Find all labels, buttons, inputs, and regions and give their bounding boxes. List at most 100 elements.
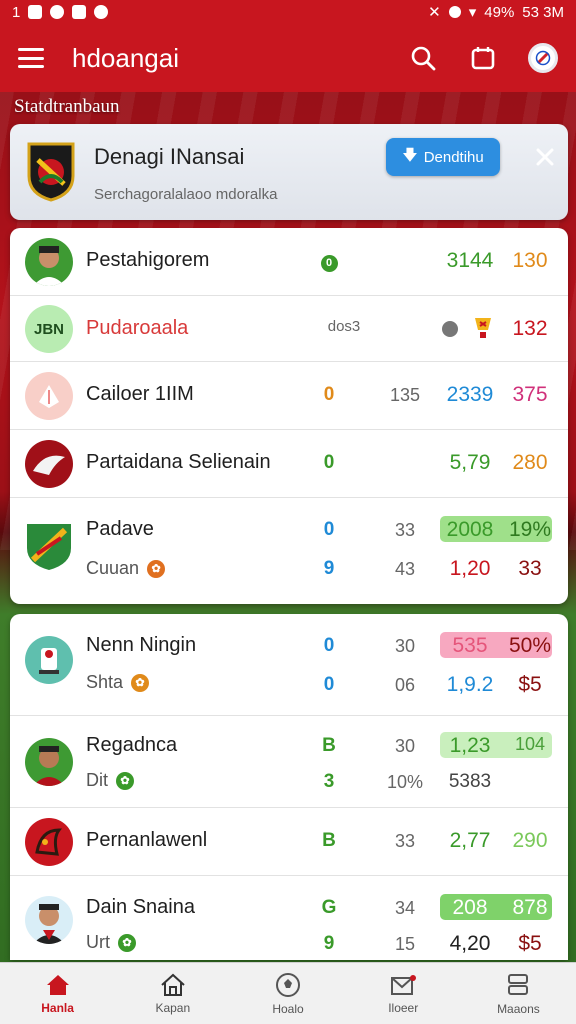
- odds-value-2: 375: [512, 383, 548, 406]
- team-logo: [25, 440, 73, 488]
- odds-value: 1,9.2: [446, 673, 494, 696]
- status-bar: 1 ✕ ▾ 49% 53 3M: [0, 0, 576, 24]
- odds-value-2: 50%: [508, 634, 552, 657]
- badge-icon: ✿: [147, 559, 166, 578]
- score-col2: 33: [394, 520, 416, 540]
- team-name: Partaidana Selienain: [86, 451, 271, 473]
- odds-value-2: 878: [512, 896, 548, 919]
- nav-hoalo[interactable]: Hoalo: [230, 963, 345, 1024]
- search-button[interactable]: [408, 43, 438, 73]
- download-icon: 🡇: [402, 146, 418, 164]
- odds-value: 535: [452, 634, 488, 657]
- team-name: Regadnca: [86, 734, 178, 756]
- odds-value-2: $5: [518, 673, 542, 696]
- home-icon: [46, 974, 69, 995]
- badge-icon: ✿: [118, 933, 136, 952]
- section-title: Statdtranbaun: [14, 96, 120, 117]
- nav-maaons[interactable]: Maaons: [461, 963, 576, 1024]
- team-logo: [25, 372, 73, 420]
- list-item[interactable]: Partaidana Selienain 0 5,79 280: [10, 430, 568, 498]
- search-icon: [411, 46, 436, 71]
- player-avatar: [25, 238, 73, 286]
- score-col1: 0: [323, 635, 335, 656]
- status-text: dos3: [327, 318, 361, 335]
- live-dot-icon: [442, 321, 458, 337]
- wifi-icon: ▾: [468, 4, 477, 21]
- list-item[interactable]: Padave Cuuan ✿ 0 33 2008 19% 9 43 1,20 3…: [10, 498, 568, 604]
- odds-value: 1,20: [449, 557, 491, 580]
- odds-value: 1,23: [449, 734, 491, 757]
- team-name: Pernanlawenl: [86, 829, 208, 851]
- score-col2: 34: [394, 898, 416, 918]
- status-time: 1: [12, 3, 21, 21]
- sub-label: Shta: [86, 672, 124, 692]
- nav-kapan[interactable]: Kapan: [115, 963, 230, 1024]
- team-subtitle: Cuuan ✿: [86, 558, 166, 579]
- nav-label: Iloeer: [388, 1000, 419, 1015]
- matches-card-2: Nenn Ningin Shta ✿ 0 30 535 50% 0 06 1,9…: [10, 614, 568, 960]
- profile-button[interactable]: [528, 43, 558, 73]
- score-col1: 0: [323, 519, 335, 540]
- list-item[interactable]: Nenn Ningin Shta ✿ 0 30 535 50% 0 06 1,9…: [10, 614, 568, 716]
- promo-banner[interactable]: Denagi INansai Serchagoralalaoo mdoralka…: [10, 124, 568, 220]
- score-col1: B: [322, 735, 336, 756]
- odds-value: 4,20: [449, 932, 491, 955]
- list-item[interactable]: Pestahigorem 0 3144 130: [10, 228, 568, 296]
- download-button[interactable]: 🡇 Dendtihu: [386, 138, 500, 176]
- score-col1: 0: [323, 452, 335, 473]
- close-icon: [536, 148, 554, 166]
- list-item[interactable]: Regadnca Dit ✿ B 30 1,23 104 3 10% 5383: [10, 716, 568, 808]
- trophy-icon: [475, 318, 491, 338]
- badge-icon: ✿: [131, 673, 150, 692]
- odds-value-2: 19%: [508, 518, 552, 541]
- odds-value: 208: [452, 896, 488, 919]
- score-col2: 30: [394, 736, 416, 756]
- list-item[interactable]: Dain Snaina Urt ✿ G 34 208 878 9 15 4,20…: [10, 876, 568, 960]
- score-col1: 0: [323, 674, 335, 695]
- odds-value-2: 104: [514, 734, 546, 754]
- team-name: Padave: [86, 518, 154, 540]
- team-name: Nenn Ningin: [86, 634, 197, 656]
- team-name: Dain Snaina: [86, 896, 195, 918]
- image-notif-icon: [72, 5, 87, 19]
- team-subtitle: Dit ✿: [86, 770, 134, 791]
- team-name: Pudaroaala: [86, 317, 189, 339]
- player-avatar: [25, 896, 73, 944]
- odds-value: 5383: [448, 771, 492, 792]
- score-col2: 33: [394, 831, 416, 851]
- sub-label: Dit: [86, 770, 108, 790]
- list-item[interactable]: Pernanlawenl B 33 2,77 290: [10, 808, 568, 876]
- banner-subtitle: Serchagoralalaoo mdoralka: [94, 186, 278, 203]
- sub-label: Urt: [86, 932, 110, 952]
- nav-label: Hoalo: [272, 1001, 304, 1016]
- score-col1: 3: [323, 771, 335, 792]
- nav-iloeer[interactable]: Iloeer: [346, 963, 461, 1024]
- team-logo: [25, 818, 73, 866]
- matches-card: Pestahigorem 0 3144 130 JBN Pudaroaala d…: [10, 228, 568, 604]
- score-col1: 9: [323, 933, 335, 954]
- menu-stack-icon: [508, 973, 529, 995]
- calendar-button[interactable]: [468, 43, 498, 73]
- app-notif-icon: [50, 5, 65, 19]
- sub-label: Cuuan: [86, 558, 140, 578]
- banner-title: Denagi INansai: [94, 144, 245, 169]
- calendar-icon: [471, 47, 495, 70]
- hamburger-menu-icon[interactable]: [18, 48, 44, 68]
- nav-home[interactable]: Hanla: [0, 963, 115, 1024]
- close-banner-button[interactable]: [528, 140, 562, 174]
- score-col1: 9: [323, 558, 335, 579]
- score-col2: 30: [394, 636, 416, 656]
- odds-value-2: 130: [512, 249, 548, 272]
- clock-notif-icon: [94, 5, 109, 19]
- status-clock: 53 3M: [522, 3, 564, 21]
- list-item[interactable]: Cailoer 1IIM 0 135 2339 375: [10, 362, 568, 430]
- score-col2: 15: [394, 934, 416, 954]
- list-item[interactable]: JBN Pudaroaala dos3 132: [10, 296, 568, 362]
- nav-label: Hanla: [41, 1000, 74, 1015]
- score-col1: G: [321, 897, 337, 918]
- badge-icon: ✿: [116, 771, 134, 790]
- team-logo: [25, 636, 73, 684]
- download-label: Dendtihu: [423, 148, 484, 166]
- bottom-navigation: Hanla Kapan Hoalo Iloeer Maaons: [0, 962, 576, 1024]
- nav-label: Kapan: [155, 1000, 191, 1015]
